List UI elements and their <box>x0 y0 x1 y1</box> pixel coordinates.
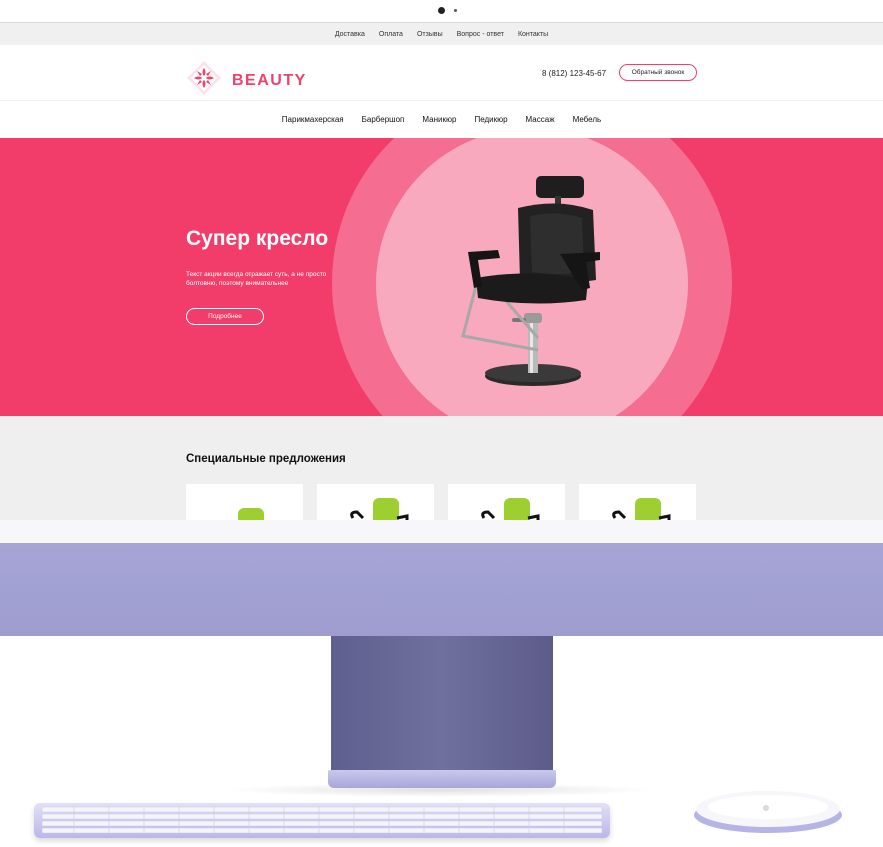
monitor-screen: Доставка Оплата Отзывы Вопрос - ответ Ко… <box>0 22 883 522</box>
monitor-bezel <box>0 520 883 543</box>
offer-card[interactable] <box>317 484 434 521</box>
hero-text: Текст акции всегда отражает суть, а не п… <box>186 271 327 287</box>
monitor-stand <box>331 636 553 774</box>
nav-item-hairdresser[interactable]: Парикмахерская <box>282 115 344 124</box>
topbar-link-payment[interactable]: Оплата <box>379 31 403 38</box>
flower-logo-icon <box>186 60 222 101</box>
topbar-link-delivery[interactable]: Доставка <box>335 31 365 38</box>
special-offers-title: Специальные предложения <box>186 453 346 465</box>
site-header: BEAUTY 8 (812) 123-45-67 Обратный звонок <box>0 45 883 101</box>
monitor-stand-foot <box>328 770 556 788</box>
nav-item-pedicure[interactable]: Педикюр <box>474 115 507 124</box>
green-chair-image <box>238 508 264 521</box>
offer-card[interactable] <box>579 484 696 521</box>
magic-mouse <box>694 791 842 833</box>
topbar-link-contacts[interactable]: Контакты <box>518 31 548 38</box>
hero-title: Супер кресло <box>186 227 329 250</box>
topbar-link-reviews[interactable]: Отзывы <box>417 31 443 38</box>
apple-logo-icon <box>763 805 769 811</box>
offer-card[interactable] <box>448 484 565 521</box>
nav-item-barbershop[interactable]: Барбершоп <box>362 115 405 124</box>
topbar-link-faq[interactable]: Вопрос - ответ <box>457 31 504 38</box>
nav-item-manicure[interactable]: Маникюр <box>422 115 456 124</box>
green-chair-image <box>612 498 671 521</box>
monitor-chin <box>0 543 883 636</box>
offer-card[interactable] <box>186 484 303 521</box>
salon-chair-image <box>461 176 600 386</box>
camera-sensor <box>454 9 457 12</box>
offer-cards <box>186 484 696 521</box>
nav-item-massage[interactable]: Массаж <box>526 115 555 124</box>
callback-button[interactable]: Обратный звонок <box>619 64 697 81</box>
main-nav: Парикмахерская Барбершоп Маникюр Педикюр… <box>0 101 883 138</box>
green-chair-image <box>350 498 409 521</box>
green-chair-image <box>481 498 540 521</box>
keyboard <box>34 803 610 838</box>
more-button[interactable]: Подробнее <box>186 308 264 325</box>
top-bar: Доставка Оплата Отзывы Вопрос - ответ Ко… <box>0 23 883 45</box>
nav-item-furniture[interactable]: Мебель <box>573 115 602 124</box>
special-offers-section: Специальные предложения <box>0 416 883 521</box>
logo-text: BEAUTY <box>232 71 307 89</box>
hero-banner: Супер кресло Текст акции всегда отражает… <box>0 138 883 416</box>
camera <box>438 7 445 14</box>
keyboard-keys <box>41 806 603 834</box>
phone-number[interactable]: 8 (812) 123-45-67 <box>542 69 606 78</box>
logo[interactable]: BEAUTY <box>186 60 307 101</box>
